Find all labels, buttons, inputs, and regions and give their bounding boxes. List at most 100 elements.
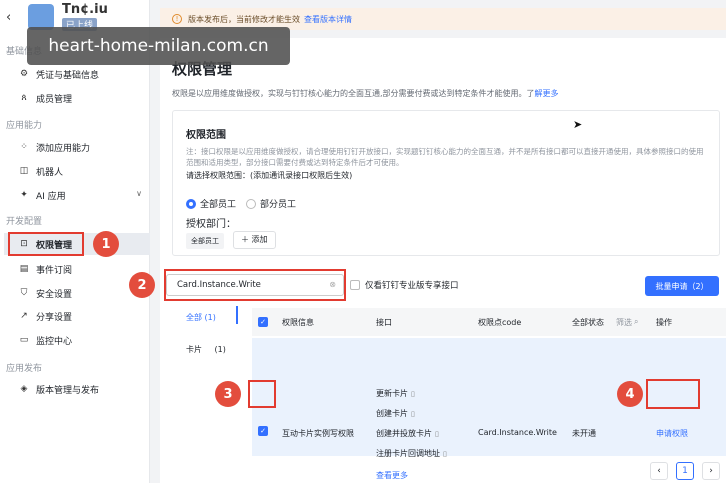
sidebar-item-label: 机器人 (36, 167, 64, 178)
tab-all-label: 全部 (186, 313, 202, 322)
app-name: Tn¢.iu (62, 2, 108, 17)
watermark: heart-home-milan.com.cn (27, 27, 290, 65)
view-more-link[interactable]: 查看更多 (376, 470, 408, 481)
sidebar-item-versions[interactable]: ◈ 版本管理与发布 (4, 378, 150, 400)
highlight-box-row-checkbox (248, 380, 276, 408)
warning-icon: ! (172, 14, 182, 24)
scope-select-label: 请选择权限范围：(添加通讯录接口权限后生效) (186, 171, 353, 180)
sidebar-item-share[interactable]: ↗ 分享设置 (4, 305, 150, 327)
chevron-left-icon[interactable]: ‹ (6, 10, 18, 25)
scope-box: 权限范围 注：接口权限是以应用维度做授权，请合理使用钉钉开放接口，实现题钉钉核心… (172, 110, 720, 256)
highlight-box-permissions (8, 232, 84, 256)
sidebar-item-label: 安全设置 (36, 289, 73, 300)
permission-name: 互动卡片实例写权限 (282, 429, 354, 438)
sidebar-item-monitor[interactable]: ▭ 监控中心 (4, 329, 150, 351)
checkbox-box[interactable] (350, 280, 360, 290)
sidebar-item-add-capability[interactable]: ⁘ 添加应用能力 (4, 136, 150, 158)
section-dev-config: 开发配置 (6, 217, 43, 227)
doc-icon: ▯ (443, 449, 447, 458)
radio-all-employees[interactable] (186, 198, 196, 209)
sidebar-item-label: AI 应用 (36, 191, 66, 202)
doc-icon: ▯ (435, 429, 439, 438)
share-icon: ↗ (20, 311, 28, 321)
shield-icon: ⛉ (20, 288, 28, 298)
interface-name: 注册卡片回调地址 (376, 449, 440, 458)
pro-only-label: 仅看钉钉专业版专享接口 (365, 281, 459, 291)
interface-name: 更新卡片 (376, 389, 408, 398)
sidebar-item-members[interactable]: ጰ 成员管理 (4, 87, 150, 109)
radio-part-employees[interactable] (246, 198, 257, 209)
header-code: 权限点code (478, 317, 522, 327)
tab-card[interactable]: 卡片 (1) (186, 344, 226, 355)
layers-icon: ◈ (20, 384, 28, 394)
tab-all[interactable]: 全部 (1) (186, 312, 216, 323)
interface-item[interactable]: 更新卡片 ▯ (376, 388, 415, 399)
step-badge-1: 1 (93, 231, 119, 257)
scope-note: 注：接口权限是以应用维度做授权，请合理使用钉钉开放接口，实现题钉钉核心能力的全面… (186, 147, 704, 167)
filter-button[interactable]: 筛选 ⌕ (616, 308, 638, 336)
notice-text: 版本发布后，当前修改才能生效 (188, 14, 300, 24)
section-release: 应用发布 (6, 364, 43, 374)
sidebar-item-label: 成员管理 (36, 94, 73, 105)
permission-code: Card.Instance.Write (478, 428, 557, 437)
header-status: 全部状态 (572, 317, 604, 327)
interface-item[interactable]: 注册卡片回调地址 ▯ (376, 448, 447, 459)
grid-icon: ⁘ (20, 142, 28, 152)
scope-radio-group: 全部员工 部分员工 (186, 197, 296, 210)
sidebar-item-robot[interactable]: ◫ 机器人 (4, 160, 150, 182)
calendar-icon: ▤ (19, 264, 29, 274)
robot-icon: ◫ (19, 166, 29, 176)
batch-apply-button[interactable]: 批量申请（2） (645, 276, 719, 296)
tab-card-label: 卡片 (186, 345, 202, 354)
row-checkbox[interactable]: ✓ (258, 426, 273, 436)
doc-icon: ▯ (411, 389, 415, 398)
pager-next[interactable]: › (702, 462, 720, 480)
sidebar-item-label: 版本管理与发布 (36, 385, 100, 396)
interface-item[interactable]: 创建并投放卡片 ▯ (376, 428, 439, 439)
check-icon[interactable]: ✓ (258, 317, 268, 327)
notice-link[interactable]: 查看版本详情 (304, 14, 352, 25)
sidebar-item-events[interactable]: ▤ 事件订阅 (4, 258, 150, 280)
header-action: 操作 (656, 317, 672, 327)
interface-item[interactable]: 创建卡片 ▯ (376, 408, 415, 419)
page-description: 权限是以应用维度做授权，实现与钉钉核心能力的全面互通,部分需要付费或达到特定条件… (172, 88, 559, 99)
check-icon[interactable]: ✓ (258, 426, 268, 436)
interface-name: 创建卡片 (376, 409, 408, 418)
sidebar-item-label: 监控中心 (36, 336, 73, 347)
pager-prev[interactable]: ‹ (650, 462, 668, 480)
radio-all-label: 全部员工 (200, 200, 237, 210)
learn-more-link[interactable]: 解更多 (535, 89, 559, 98)
monitor-icon: ▭ (19, 335, 29, 345)
pro-only-checkbox[interactable]: 仅看钉钉专业版专享接口 (350, 279, 459, 291)
ai-icon: ✦ (20, 190, 28, 200)
header-permission-info: 权限信息 (282, 317, 314, 327)
highlight-box-search (164, 269, 346, 301)
step-badge-2: 2 (129, 272, 155, 298)
user-icon: ጰ (21, 93, 27, 103)
tab-all-count: (1) (204, 313, 216, 322)
tab-card-count: (1) (214, 345, 226, 354)
page-desc-text: 权限是以应用维度做授权，实现与钉钉核心能力的全面互通,部分需要付费或达到特定条件… (172, 89, 535, 98)
doc-icon: ▯ (411, 409, 415, 418)
sidebar-item-label: 分享设置 (36, 312, 73, 323)
sidebar-item-label: 添加应用能力 (36, 143, 91, 154)
gear-icon: ⚙ (19, 69, 29, 79)
header-interface: 接口 (376, 317, 392, 327)
auth-dept-label: 授权部门： (186, 219, 236, 230)
apply-permission-link[interactable]: 申请权限 (656, 428, 688, 439)
step-badge-4: 4 (617, 381, 643, 407)
add-dept-button[interactable]: ＋ 添加 (233, 231, 276, 249)
interface-name: 创建并投放卡片 (376, 429, 432, 438)
sidebar-item-label: 事件订阅 (36, 265, 73, 276)
permission-status: 未开通 (572, 429, 596, 438)
sidebar-item-ai-app[interactable]: ✦ AI 应用 ∨ (4, 184, 150, 206)
highlight-box-apply (646, 379, 700, 409)
dept-tag: 全部员工 (186, 233, 224, 249)
sidebar-item-label: 凭证与基础信息 (36, 70, 100, 81)
pager-page-1[interactable]: 1 (676, 462, 694, 480)
mouse-cursor-icon: ➤ (573, 118, 583, 131)
header-select-all[interactable]: ✓ (258, 308, 273, 336)
sidebar-item-credentials[interactable]: ⚙ 凭证与基础信息 (4, 63, 150, 85)
search-icon: ⌕ (634, 317, 639, 326)
section-capability: 应用能力 (6, 121, 43, 131)
